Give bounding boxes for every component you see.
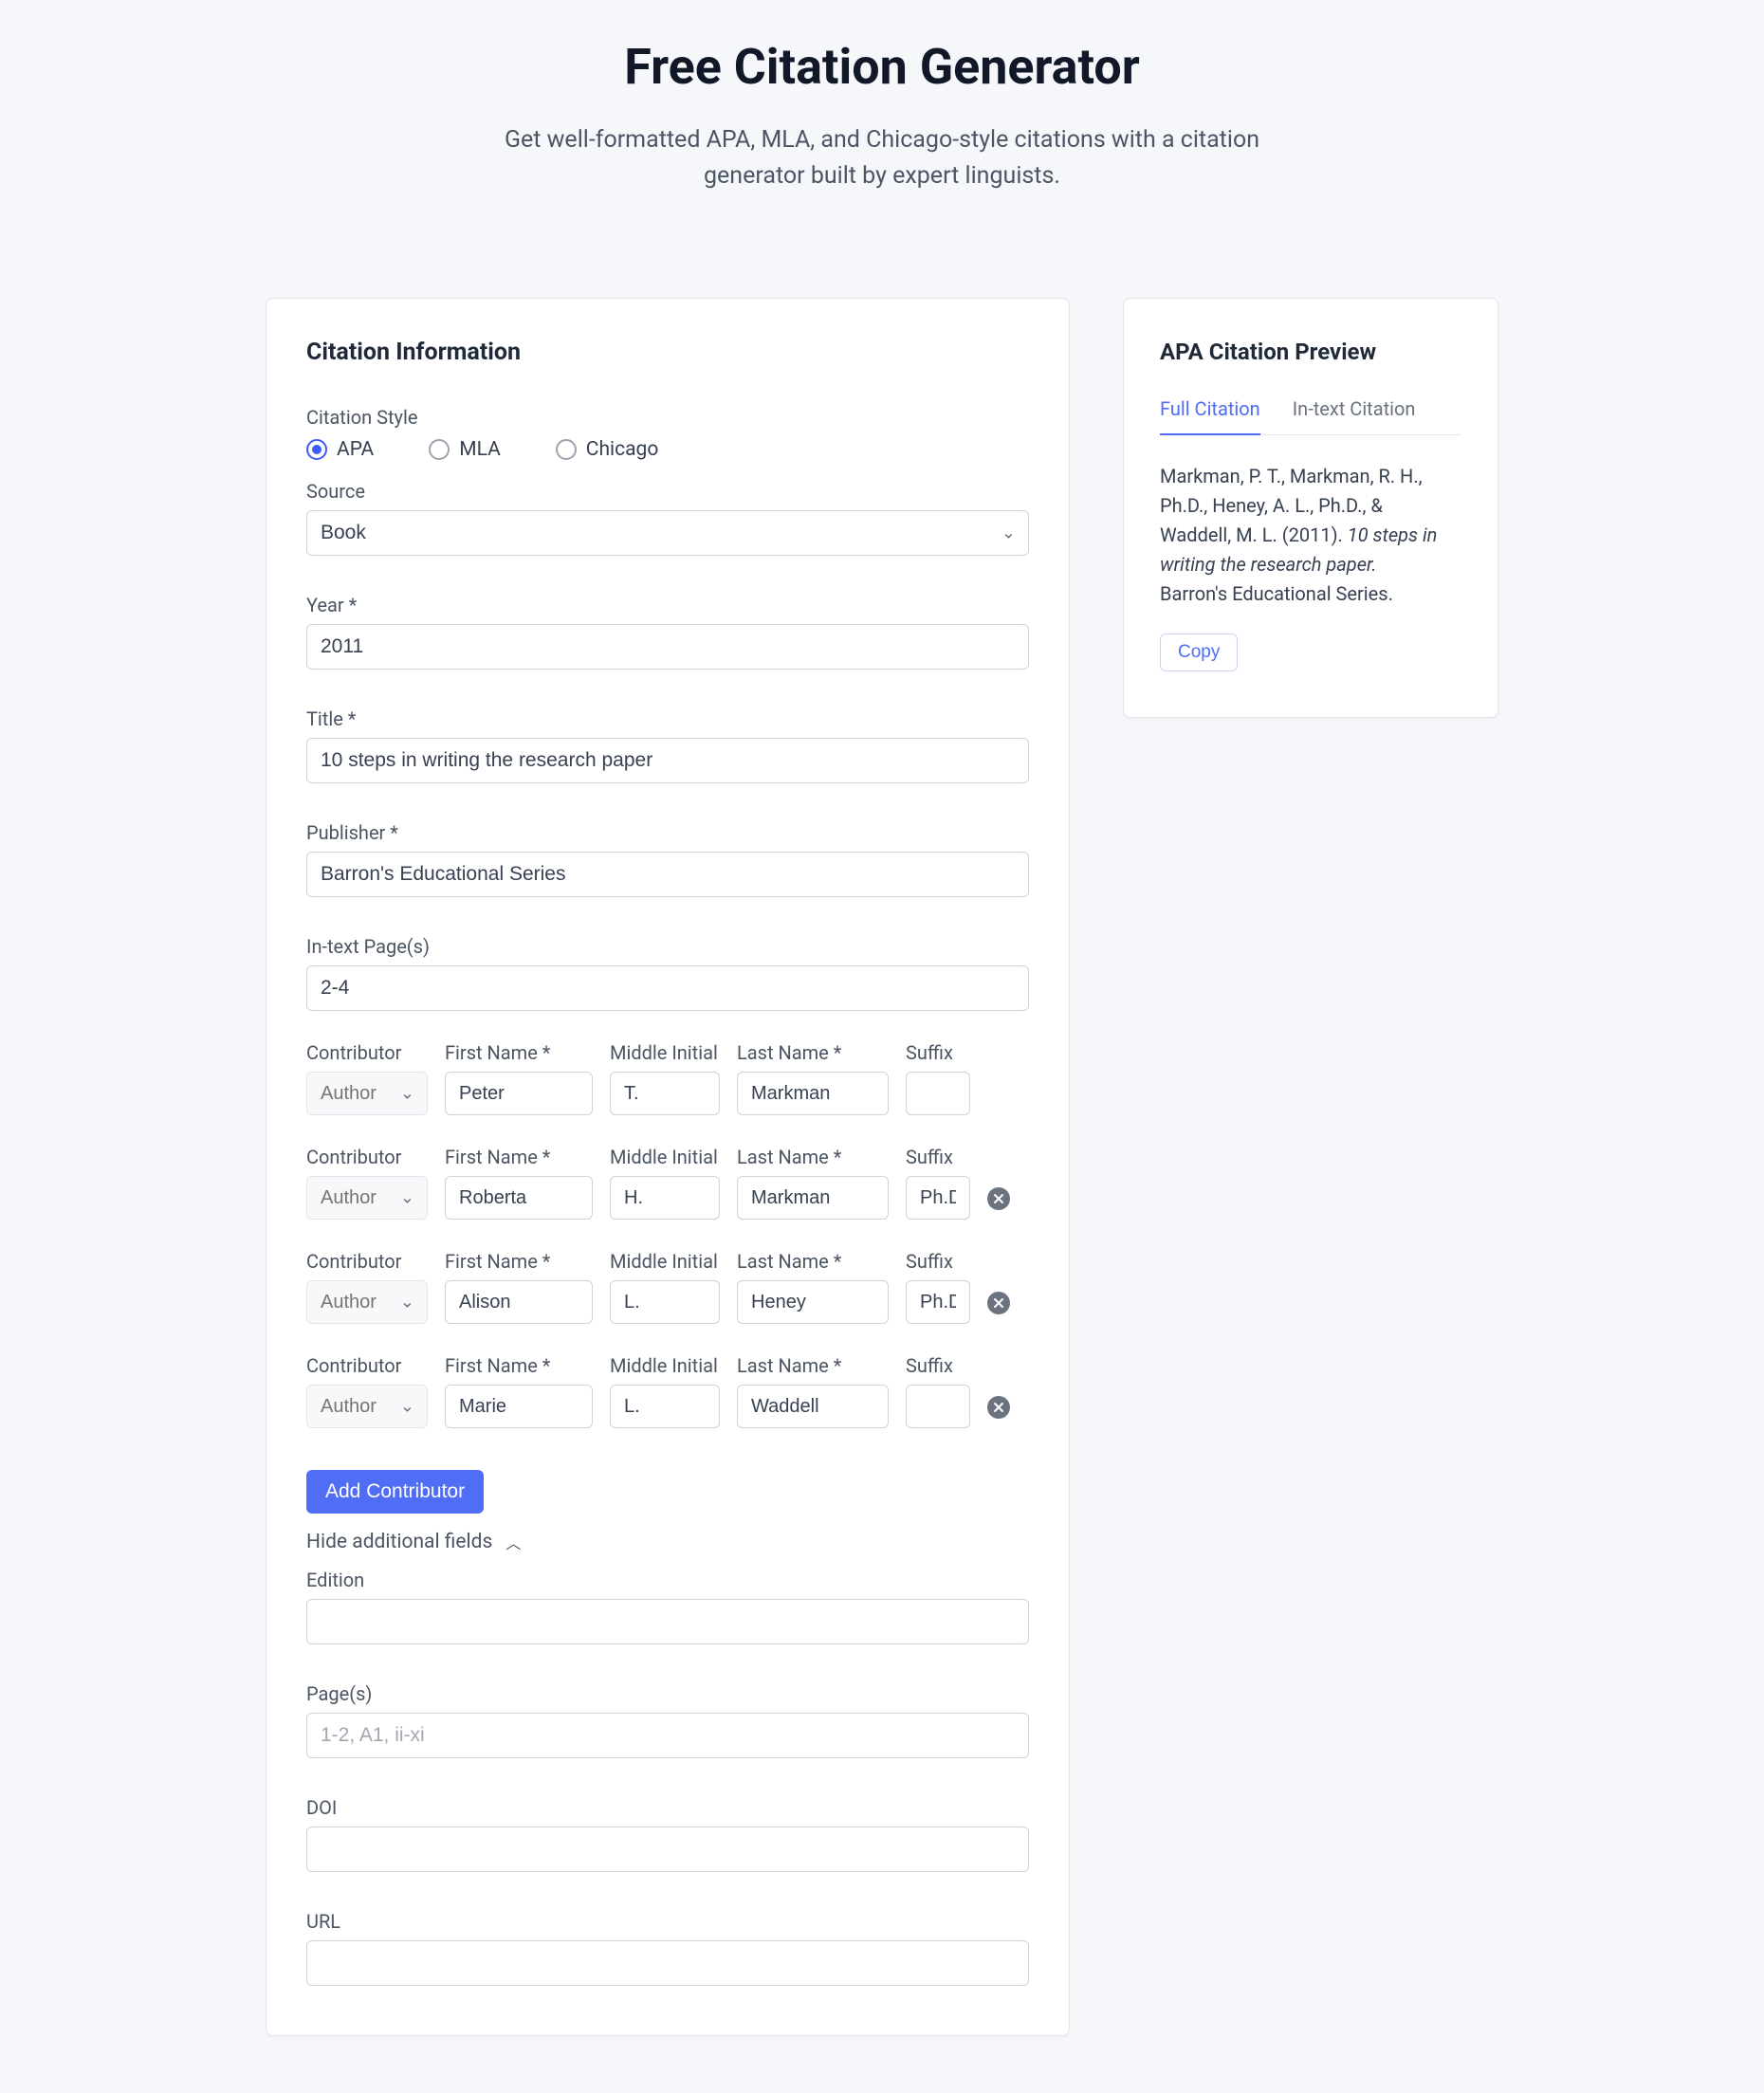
edition-label: Edition <box>306 1569 1029 1591</box>
first-name-label: First Name * <box>445 1354 593 1377</box>
suffix-label: Suffix <box>906 1354 970 1377</box>
tab-full-citation[interactable]: Full Citation <box>1160 397 1260 435</box>
middle-initial-input[interactable] <box>610 1280 720 1324</box>
source-label: Source <box>306 480 1029 503</box>
radio-mla[interactable]: MLA <box>429 438 501 461</box>
citation-form-card: Citation Information Citation Style APA … <box>266 298 1070 2036</box>
contributor-row: Contributor⌄First Name *Middle InitialLa… <box>306 1250 1029 1324</box>
contributor-role-select[interactable] <box>306 1176 428 1220</box>
form-heading: Citation Information <box>306 339 1029 366</box>
publisher-label: Publisher * <box>306 821 1029 844</box>
first-name-label: First Name * <box>445 1041 593 1064</box>
last-name-input[interactable] <box>737 1385 889 1428</box>
contributor-role-select[interactable] <box>306 1280 428 1324</box>
first-name-input[interactable] <box>445 1280 593 1324</box>
toggle-additional-fields[interactable]: Hide additional fields ︿ <box>306 1531 1029 1553</box>
doi-label: DOI <box>306 1796 1029 1819</box>
last-name-label: Last Name * <box>737 1146 889 1168</box>
contributor-role-select[interactable] <box>306 1072 428 1115</box>
citation-style-label: Citation Style <box>306 406 1029 429</box>
suffix-input[interactable] <box>906 1280 970 1324</box>
intext-pages-input[interactable] <box>306 965 1029 1011</box>
middle-initial-label: Middle Initial <box>610 1041 720 1064</box>
year-input[interactable] <box>306 624 1029 670</box>
last-name-input[interactable] <box>737 1176 889 1220</box>
first-name-input[interactable] <box>445 1385 593 1428</box>
first-name-input[interactable] <box>445 1072 593 1115</box>
preview-heading: APA Citation Preview <box>1160 339 1461 365</box>
last-name-input[interactable] <box>737 1280 889 1324</box>
title-label: Title * <box>306 707 1029 730</box>
url-input[interactable] <box>306 1940 1029 1986</box>
radio-apa[interactable]: APA <box>306 438 374 461</box>
remove-contributor-button[interactable] <box>987 1187 1010 1210</box>
middle-initial-input[interactable] <box>610 1385 720 1428</box>
url-label: URL <box>306 1910 1029 1933</box>
citation-preview-card: APA Citation Preview Full Citation In-te… <box>1123 298 1498 718</box>
contributor-role-label: Contributor <box>306 1146 428 1168</box>
remove-contributor-button[interactable] <box>987 1396 1010 1419</box>
contributor-row: Contributor⌄First Name *Middle InitialLa… <box>306 1146 1029 1220</box>
page-subtitle: Get well-formatted APA, MLA, and Chicago… <box>0 122 1764 193</box>
remove-contributor-button[interactable] <box>987 1292 1010 1314</box>
first-name-input[interactable] <box>445 1176 593 1220</box>
last-name-label: Last Name * <box>737 1041 889 1064</box>
middle-initial-input[interactable] <box>610 1176 720 1220</box>
radio-icon <box>306 439 327 460</box>
tab-intext-citation[interactable]: In-text Citation <box>1293 397 1416 434</box>
year-label: Year * <box>306 594 1029 616</box>
contributor-role-select[interactable] <box>306 1385 428 1428</box>
first-name-label: First Name * <box>445 1146 593 1168</box>
page-title: Free Citation Generator <box>0 38 1764 96</box>
source-select[interactable] <box>306 510 1029 556</box>
last-name-label: Last Name * <box>737 1354 889 1377</box>
pages-label: Page(s) <box>306 1682 1029 1705</box>
edition-input[interactable] <box>306 1599 1029 1644</box>
copy-button[interactable]: Copy <box>1160 633 1238 671</box>
suffix-input[interactable] <box>906 1072 970 1115</box>
middle-initial-label: Middle Initial <box>610 1250 720 1273</box>
chevron-up-icon: ︿ <box>505 1531 521 1553</box>
suffix-label: Suffix <box>906 1041 970 1064</box>
radio-icon <box>429 439 450 460</box>
pages-input[interactable] <box>306 1713 1029 1758</box>
suffix-input[interactable] <box>906 1385 970 1428</box>
last-name-label: Last Name * <box>737 1250 889 1273</box>
contributor-role-label: Contributor <box>306 1041 428 1064</box>
middle-initial-input[interactable] <box>610 1072 720 1115</box>
suffix-label: Suffix <box>906 1146 970 1168</box>
suffix-label: Suffix <box>906 1250 970 1273</box>
contributor-row: Contributor⌄First Name *Middle InitialLa… <box>306 1354 1029 1428</box>
middle-initial-label: Middle Initial <box>610 1354 720 1377</box>
radio-chicago[interactable]: Chicago <box>556 438 659 461</box>
contributor-row: Contributor⌄First Name *Middle InitialLa… <box>306 1041 1029 1115</box>
first-name-label: First Name * <box>445 1250 593 1273</box>
middle-initial-label: Middle Initial <box>610 1146 720 1168</box>
title-input[interactable] <box>306 738 1029 783</box>
suffix-input[interactable] <box>906 1176 970 1220</box>
last-name-input[interactable] <box>737 1072 889 1115</box>
citation-preview-text: Markman, P. T., Markman, R. H., Ph.D., H… <box>1160 462 1444 609</box>
contributor-role-label: Contributor <box>306 1250 428 1273</box>
doi-input[interactable] <box>306 1827 1029 1872</box>
contributor-role-label: Contributor <box>306 1354 428 1377</box>
add-contributor-button[interactable]: Add Contributor <box>306 1470 484 1514</box>
publisher-input[interactable] <box>306 852 1029 897</box>
intext-pages-label: In-text Page(s) <box>306 935 1029 958</box>
radio-icon <box>556 439 577 460</box>
